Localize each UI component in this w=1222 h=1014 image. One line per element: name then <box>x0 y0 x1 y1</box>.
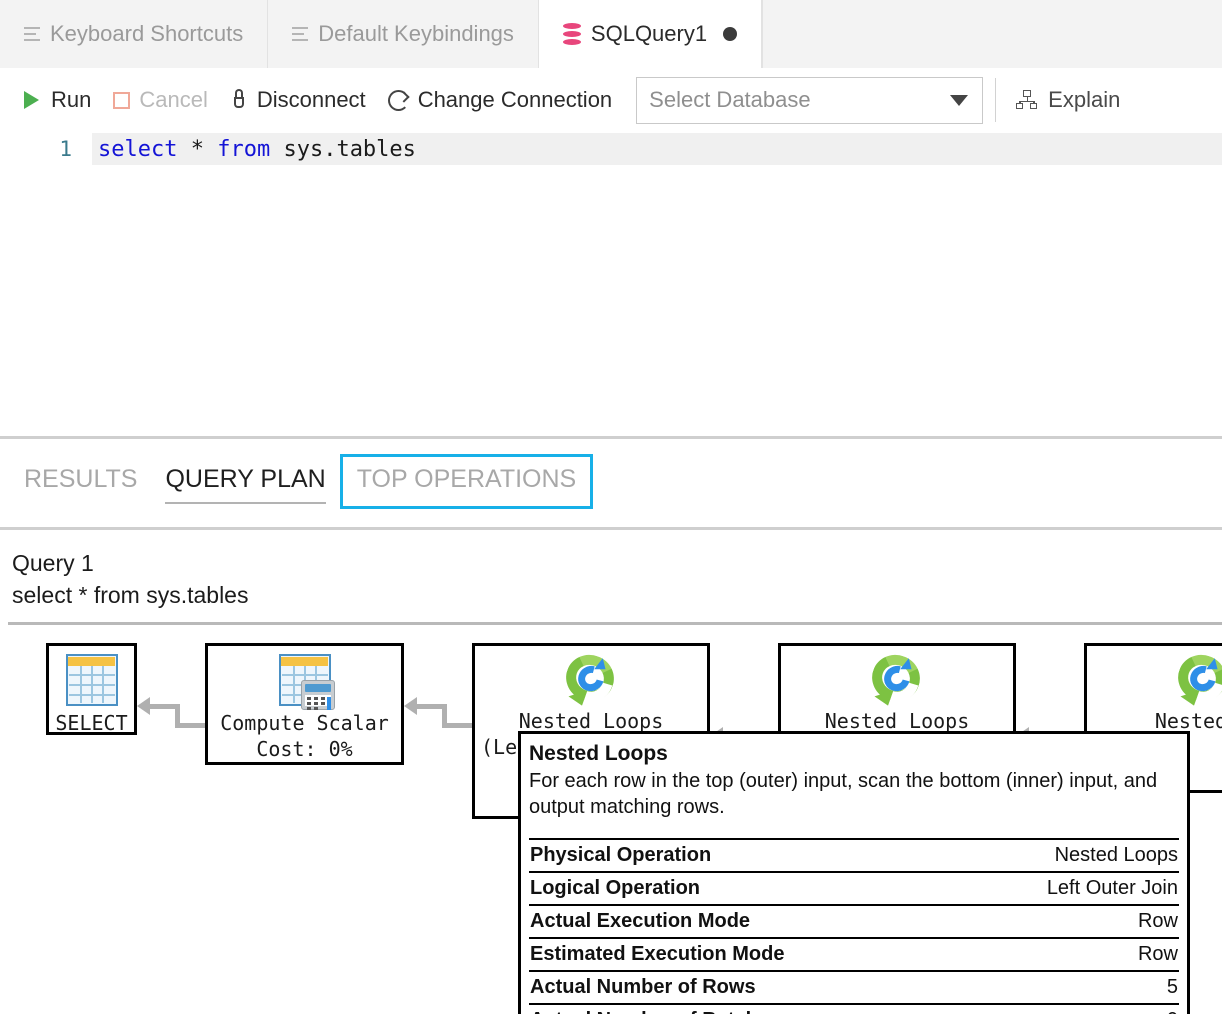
run-button-label: Run <box>51 87 91 113</box>
query-title: Query 1 <box>12 548 912 578</box>
stop-square-icon <box>113 92 130 109</box>
nested-loops-icon <box>870 654 924 704</box>
database-select[interactable]: Select Database <box>636 77 983 124</box>
results-panel-top-border <box>0 436 1222 439</box>
hierarchy-icon <box>1016 90 1038 110</box>
plan-node-compute-scalar[interactable]: Compute Scalar Cost: 0% <box>205 643 404 765</box>
database-icon <box>563 23 581 45</box>
app-root: Keyboard Shortcuts Default Keybindings S… <box>0 0 1222 1014</box>
run-button[interactable]: Run <box>24 87 91 113</box>
nested-loops-icon <box>1176 654 1222 704</box>
sql-star: * <box>177 137 217 162</box>
change-connection-button-label: Change Connection <box>418 87 612 113</box>
tab-query-plan[interactable]: QUERY PLAN <box>151 457 339 506</box>
plan-connector-2 <box>404 697 474 733</box>
sql-keyword-from: from <box>217 137 270 162</box>
query-toolbar: Run Cancel Disconnect Change Connection … <box>0 68 1222 133</box>
query-statement: select * from sys.tables <box>12 580 912 610</box>
cancel-button[interactable]: Cancel <box>113 87 207 113</box>
plan-connector-1 <box>137 697 207 733</box>
tooltip-row-key: Actual Number of Rows <box>530 975 756 1000</box>
table-calculator-icon <box>279 654 331 706</box>
tooltip-row: Estimated Execution Mode Row <box>529 937 1179 970</box>
editor-code-line[interactable]: select * from sys.tables <box>92 133 1222 165</box>
results-tab-divider <box>0 527 1222 530</box>
tab-top-operations[interactable]: TOP OPERATIONS <box>340 454 594 509</box>
tooltip-description: For each row in the top (outer) input, s… <box>529 768 1179 820</box>
tooltip-row-value: Nested Loops <box>1055 843 1178 868</box>
tab-label: SQLQuery1 <box>591 21 707 47</box>
nested-loops-icon <box>564 654 618 704</box>
tab-bar-empty-space <box>762 0 1222 68</box>
explain-button[interactable]: Explain <box>1016 87 1120 113</box>
tooltip-row: Logical Operation Left Outer Join <box>529 871 1179 904</box>
plan-node-cost: (Le <box>475 734 517 760</box>
disconnect-button-label: Disconnect <box>257 87 366 113</box>
results-tab-bar: RESULTS QUERY PLAN TOP OPERATIONS <box>0 445 1222 517</box>
plan-node-nested-loops-2[interactable]: Nested Loops <box>778 643 1016 735</box>
database-select-value: Select Database <box>649 87 810 113</box>
tooltip-row: Physical Operation Nested Loops <box>529 838 1179 871</box>
tooltip-row-key: Actual Number of Batches <box>530 1008 780 1014</box>
tooltip-row: Actual Number of Batches 0 <box>529 1003 1179 1014</box>
tooltip-row: Actual Number of Rows 5 <box>529 970 1179 1003</box>
unsaved-changes-dot-icon <box>723 27 737 41</box>
tooltip-row-value: Row <box>1138 942 1178 967</box>
hamburger-icon <box>292 27 308 41</box>
sql-keyword-select: select <box>98 137 177 162</box>
table-icon <box>66 654 118 706</box>
explain-button-label: Explain <box>1048 87 1120 113</box>
tab-sqlquery1[interactable]: SQLQuery1 <box>539 0 762 68</box>
tab-keyboard-shortcuts[interactable]: Keyboard Shortcuts <box>0 0 268 68</box>
tooltip-row-value: Row <box>1138 909 1178 934</box>
sql-table-ref: sys.tables <box>270 137 416 162</box>
tab-results-label: RESULTS <box>24 465 137 493</box>
plan-node-tooltip: Nested Loops For each row in the top (ou… <box>518 731 1190 1014</box>
editor-line-1: 1 select * from sys.tables <box>0 133 1222 165</box>
change-connection-button[interactable]: Change Connection <box>388 87 612 113</box>
tab-results[interactable]: RESULTS <box>10 457 151 506</box>
tab-default-keybindings[interactable]: Default Keybindings <box>268 0 539 68</box>
tooltip-title: Nested Loops <box>529 740 1179 768</box>
chevron-down-icon <box>950 95 968 106</box>
tooltip-spacer <box>529 820 1179 838</box>
tooltip-row-key: Physical Operation <box>530 843 711 868</box>
tooltip-row-key: Logical Operation <box>530 876 700 901</box>
query-plan-header: Query 1 select * from sys.tables <box>12 548 912 610</box>
editor-tab-bar: Keyboard Shortcuts Default Keybindings S… <box>0 0 1222 68</box>
plan-node-select[interactable]: SELECT <box>46 643 137 735</box>
tooltip-row-value: Left Outer Join <box>1047 876 1178 901</box>
refresh-circle-icon <box>388 90 409 111</box>
tooltip-row-key: Estimated Execution Mode <box>530 942 785 967</box>
tab-top-operations-label: TOP OPERATIONS <box>357 465 577 493</box>
tab-label: Default Keybindings <box>318 21 514 47</box>
tooltip-row-key: Actual Execution Mode <box>530 909 750 934</box>
plug-icon <box>230 89 248 111</box>
play-icon <box>24 90 42 110</box>
line-number: 1 <box>0 137 92 161</box>
hamburger-icon <box>24 27 40 41</box>
tab-query-plan-label: QUERY PLAN <box>165 465 325 493</box>
tooltip-row: Actual Execution Mode Row <box>529 904 1179 937</box>
cancel-button-label: Cancel <box>139 87 207 113</box>
tooltip-row-value: 5 <box>1167 975 1178 1000</box>
tooltip-row-value: 0 <box>1167 1008 1178 1014</box>
toolbar-divider <box>995 78 996 122</box>
disconnect-button[interactable]: Disconnect <box>230 87 366 113</box>
tab-label: Keyboard Shortcuts <box>50 21 243 47</box>
sql-editor[interactable]: 1 select * from sys.tables <box>0 133 1222 436</box>
